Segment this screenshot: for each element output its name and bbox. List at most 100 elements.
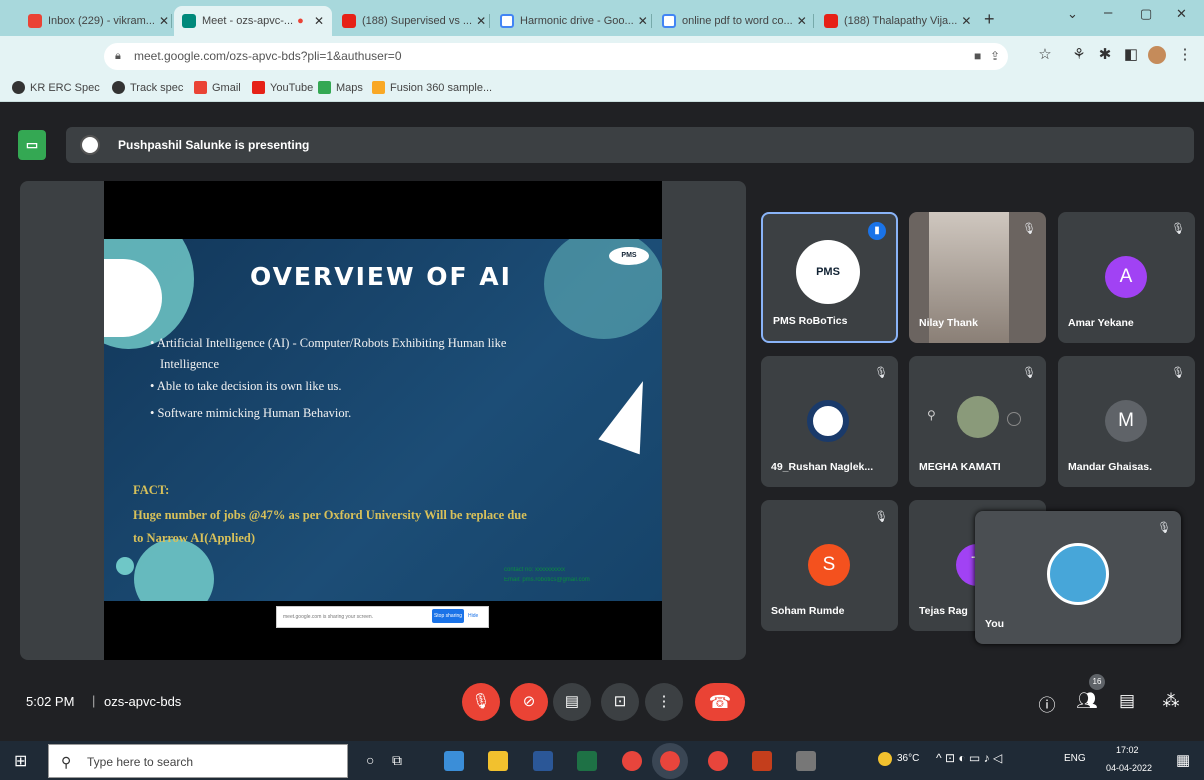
tab-inbox[interactable]: Inbox (229) - vikram... ✕ — [20, 6, 172, 36]
cortana-icon[interactable]: ○ — [366, 752, 374, 768]
participant-tile-amar[interactable]: 🎙︎ A Amar Yekane — [1058, 212, 1195, 343]
profile-avatar[interactable] — [1148, 46, 1166, 64]
participant-tile-pms-robotics[interactable]: ▮ PMS PMS RoBoTics — [761, 212, 898, 343]
participant-name: MEGHA KAMATI — [919, 461, 1001, 473]
captions-button[interactable]: ▤ — [553, 683, 591, 721]
mic-off-icon: 🎙︎ — [874, 367, 888, 379]
task-view-icon[interactable]: ⧉ — [392, 752, 402, 769]
presentation-toggle-icon[interactable]: ▭ — [18, 130, 46, 160]
file-explorer-icon[interactable] — [488, 751, 508, 771]
tab-title: Inbox (229) - vikram... — [48, 15, 155, 27]
extension-icon-1[interactable]: ⚘ — [1070, 46, 1088, 64]
participant-tile-soham[interactable]: 🎙︎ S Soham Rumde — [761, 500, 898, 631]
extensions-puzzle-icon[interactable]: ✱ — [1096, 46, 1114, 64]
new-tab-button[interactable]: + — [984, 9, 995, 30]
chrome-profile-icon[interactable] — [708, 751, 728, 771]
bookmark-fusion-360[interactable]: Fusion 360 sample... — [372, 81, 492, 94]
tab-thalapathy[interactable]: (188) Thalapathy Vija... ✕ — [816, 6, 976, 36]
participant-tile-nilay[interactable]: 🎙︎ Nilay Thank — [909, 212, 1046, 343]
mic-off-button[interactable]: 🎙︎ — [462, 683, 500, 721]
bookmark-star-icon[interactable]: ☆ — [1036, 46, 1054, 64]
self-view-tile[interactable]: 🎙︎ You — [975, 511, 1181, 644]
bookmark-label: Maps — [336, 81, 363, 94]
pin-icon[interactable]: ⚲ — [927, 408, 936, 422]
app-icon-1[interactable] — [444, 751, 464, 771]
slide-fact-label: FACT: — [133, 483, 170, 497]
share-icon[interactable]: ⇪ — [990, 43, 1000, 70]
mic-off-icon: 🎙︎ — [1022, 367, 1036, 379]
participant-tile-megha[interactable]: 🎙︎ ⚲ MEGHA KAMATI — [909, 356, 1046, 487]
presenting-text: Pushpashil Salunke is presenting — [118, 138, 310, 152]
paint-icon[interactable] — [796, 751, 816, 771]
end-call-button[interactable]: ☎︎ — [695, 683, 745, 721]
clock-time[interactable]: 17:02 — [1116, 745, 1139, 755]
minimize-icon[interactable]: – — [1104, 4, 1112, 21]
tray-icons[interactable]: ^ ⊡ ◐ ▭ ♪ ◁ — [936, 751, 1002, 765]
word-icon[interactable] — [533, 751, 553, 771]
tab-title: online pdf to word co... — [682, 15, 793, 27]
tab-search-icon[interactable]: ⌄ — [1067, 6, 1078, 22]
taskbar-search-input[interactable]: ⚲ Type here to search — [48, 744, 348, 778]
slide-bullet-text: Able to take decision its own like us. — [156, 379, 342, 393]
address-bar[interactable]: 🔒︎ meet.google.com/ozs-apvc-bds?pli=1&au… — [104, 43, 1008, 70]
chrome-active-icon[interactable] — [652, 743, 688, 779]
tab-supervised[interactable]: (188) Supervised vs ... ✕ — [334, 6, 490, 36]
windows-start-icon[interactable]: ⊞ — [14, 751, 27, 771]
more-options-button[interactable]: ⋮ — [645, 683, 683, 721]
youtube-icon — [252, 81, 265, 94]
close-icon[interactable]: ✕ — [472, 14, 486, 28]
bookmark-maps[interactable]: Maps — [318, 81, 363, 94]
participant-name: Mandar Ghaisas. — [1068, 461, 1153, 473]
excel-icon[interactable] — [577, 751, 597, 771]
fusion-icon — [372, 81, 385, 94]
clock-date[interactable]: 04-04-2022 — [1106, 763, 1152, 773]
language-indicator[interactable]: ENG — [1064, 753, 1086, 764]
tab-harmonic-drive[interactable]: Harmonic drive - Goo... ✕ — [492, 6, 652, 36]
maximize-icon[interactable]: ▢ — [1140, 6, 1152, 22]
youtube-icon — [342, 14, 356, 28]
tab-meet[interactable]: Meet - ozs-apvc-... ● ✕ — [174, 6, 332, 36]
tab-title: Meet - ozs-apvc-... — [202, 15, 294, 27]
camera-off-button[interactable]: ⊘ — [510, 683, 548, 721]
slide-bullet: • Artificial Intelligence (AI) - Compute… — [150, 336, 507, 350]
bookmark-youtube[interactable]: YouTube — [252, 81, 313, 94]
camera-icon[interactable]: ■ — [974, 43, 981, 70]
bookmark-kr-erc-spec[interactable]: KR ERC Spec — [12, 81, 100, 94]
avatar: S — [808, 544, 850, 586]
weather-icon — [878, 752, 892, 766]
tab-title: Harmonic drive - Goo... — [520, 15, 634, 27]
meet-icon — [182, 14, 196, 28]
sidebar-icon[interactable]: ◧ — [1122, 46, 1140, 64]
participant-name: Amar Yekane — [1068, 317, 1134, 329]
powerpoint-icon[interactable] — [752, 751, 772, 771]
close-icon[interactable]: ✕ — [634, 14, 648, 28]
participant-tile-rushan[interactable]: 🎙︎ 49_Rushan Naglek... — [761, 356, 898, 487]
hide-button[interactable]: Hide — [468, 613, 478, 619]
present-screen-button[interactable]: ⊡ — [601, 683, 639, 721]
tab-pdf-to-word[interactable]: online pdf to word co... ✕ — [654, 6, 814, 36]
people-icon[interactable]: 👥︎ — [1076, 691, 1098, 711]
close-icon[interactable]: ✕ — [957, 14, 971, 28]
weather-temp: 36°C — [897, 753, 920, 764]
participant-tile-mandar[interactable]: 🎙︎ M Mandar Ghaisas. — [1058, 356, 1195, 487]
chrome-icon[interactable] — [622, 751, 642, 771]
activities-icon[interactable]: ⁂ — [1160, 691, 1182, 711]
close-icon[interactable]: ✕ — [793, 14, 807, 28]
bookmark-label: KR ERC Spec — [30, 81, 100, 94]
more-icon[interactable] — [1007, 412, 1021, 426]
slide-fact-line: Huge number of jobs @47% as per Oxford U… — [133, 508, 527, 522]
close-icon[interactable]: ✕ — [310, 14, 324, 28]
meeting-info-icon[interactable]: ⓘ — [1036, 691, 1058, 716]
chat-icon[interactable]: ▤ — [1116, 691, 1138, 711]
close-icon[interactable]: ✕ — [155, 14, 169, 28]
stop-sharing-button[interactable]: Stop sharing — [432, 609, 464, 623]
menu-kebab-icon[interactable]: ⋮ — [1176, 46, 1194, 64]
bookmark-gmail[interactable]: Gmail — [194, 81, 241, 94]
bookmark-track-spec[interactable]: Track spec — [112, 81, 183, 94]
window-close-icon[interactable]: ✕ — [1176, 6, 1187, 22]
slide-contact-2: Email: pms.robotics@gmail.com — [504, 577, 590, 583]
share-notice-text: meet.google.com is sharing your screen. — [283, 614, 374, 620]
slide-bullet-continued: Intelligence — [160, 357, 219, 371]
lightning-icon — [598, 373, 662, 455]
notification-icon[interactable]: ▦ — [1176, 751, 1190, 769]
